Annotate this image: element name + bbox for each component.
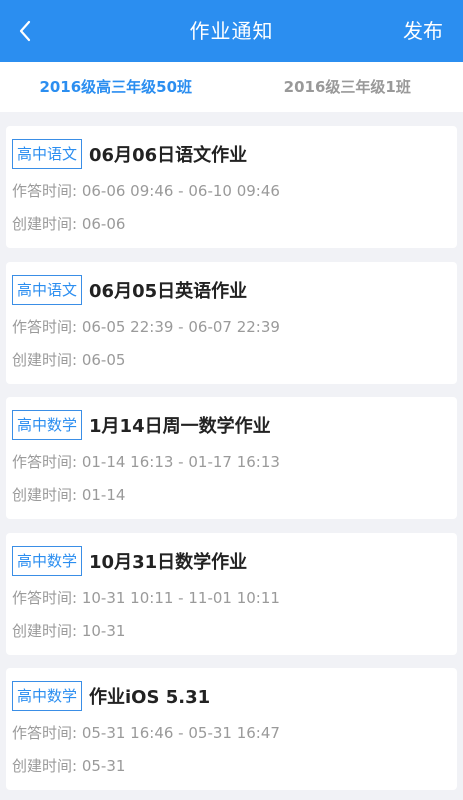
homework-title: 10月31日数学作业 xyxy=(89,551,248,573)
subject-tag: 高中数学 xyxy=(12,545,83,576)
page-title: 作业通知 xyxy=(189,19,274,43)
answer-time: 作答时间: 06-05 22:39 - 06-07 22:39 xyxy=(12,317,280,336)
homework-card[interactable]: 高中数学 10月31日数学作业 作答时间: 10-31 10:11 - 11-0… xyxy=(6,532,457,655)
created-time: 创建时间: 06-06 xyxy=(12,215,126,233)
tab-class-50[interactable]: 2016级高三年级50班 xyxy=(0,62,232,112)
subject-tag: 高中数学 xyxy=(12,681,83,711)
homework-list: 高中语文 06月06日语文作业 作答时间: 06-06 09:46 - 06-1… xyxy=(6,126,457,800)
subject-tag: 高中数学 xyxy=(12,410,83,440)
class-tabs: 2016级高三年级50班 2016级三年级1班 xyxy=(0,62,463,112)
answer-time: 作答时间: 10-31 10:11 - 11-01 10:11 xyxy=(12,588,280,607)
homework-card[interactable]: 高中语文 06月05日英语作业 作答时间: 06-05 22:39 - 06-0… xyxy=(6,261,457,384)
answer-time: 作答时间: 06-06 09:46 - 06-10 09:46 xyxy=(12,182,280,200)
homework-title: 1月14日周一数学作业 xyxy=(89,416,271,437)
created-time: 创建时间: 05-31 xyxy=(12,757,126,775)
chevron-left-icon xyxy=(19,20,31,42)
created-time: 创建时间: 01-14 xyxy=(12,486,126,504)
subject-tag: 高中语文 xyxy=(12,139,83,169)
tab-class-1[interactable]: 2016级三年级1班 xyxy=(232,62,463,112)
homework-title: 06月06日语文作业 xyxy=(89,145,248,166)
homework-title: 06月05日英语作业 xyxy=(89,280,248,302)
homework-card[interactable]: 高中数学 1月14日周一数学作业 作答时间: 01-14 16:13 - 01-… xyxy=(6,397,457,519)
homework-title: 作业iOS 5.31 xyxy=(89,687,211,708)
answer-time: 作答时间: 05-31 16:46 - 05-31 16:47 xyxy=(12,724,280,742)
created-time: 创建时间: 06-05 xyxy=(12,350,126,369)
created-time: 创建时间: 10-31 xyxy=(12,621,126,640)
homework-card[interactable]: 高中数学 作业iOS 5.31 作答时间: 05-31 16:46 - 05-3… xyxy=(6,668,457,790)
answer-time: 作答时间: 01-14 16:13 - 01-17 16:13 xyxy=(12,453,280,471)
nav-bar: 作业通知 发布 xyxy=(0,0,463,62)
homework-card[interactable]: 高中语文 06月06日语文作业 作答时间: 06-06 09:46 - 06-1… xyxy=(6,126,457,248)
subject-tag: 高中语文 xyxy=(12,274,83,305)
publish-button[interactable]: 发布 xyxy=(403,0,443,62)
back-button[interactable] xyxy=(8,14,42,48)
